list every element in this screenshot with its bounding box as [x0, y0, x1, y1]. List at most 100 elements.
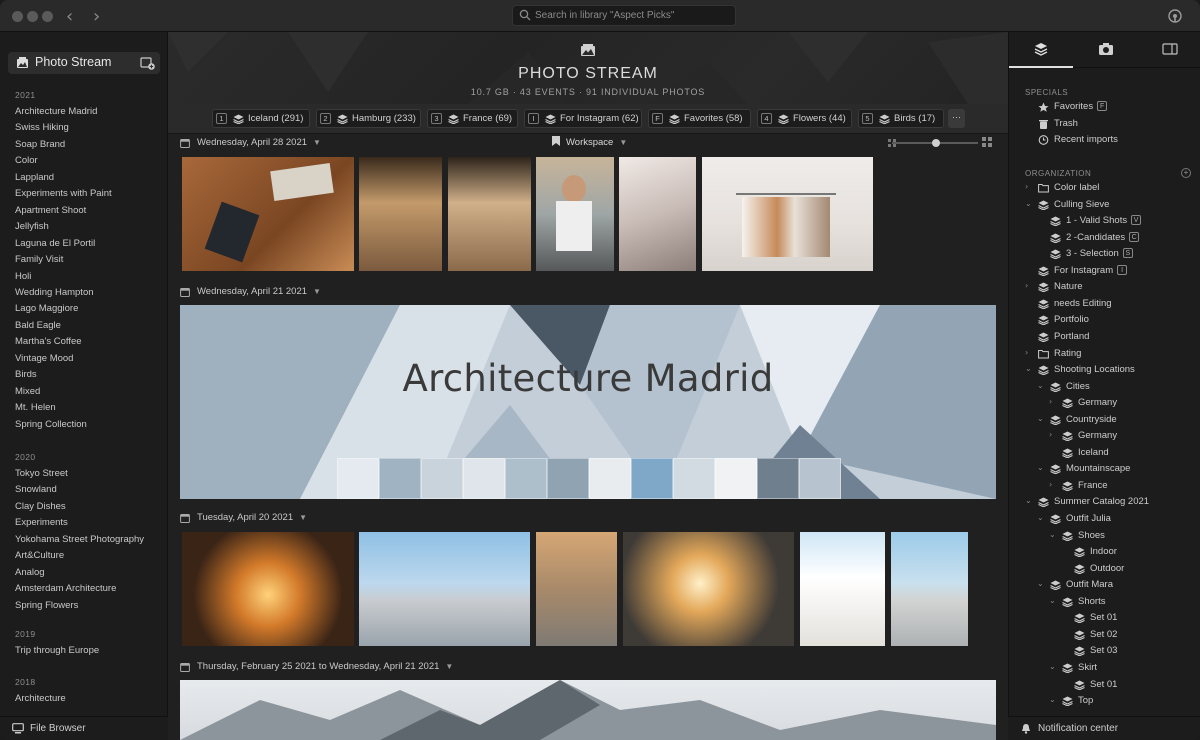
- event-header[interactable]: Wednesday, April 28 2021 ▼: [180, 136, 480, 152]
- quick-album-chip[interactable]: 2 Hamburg (233): [316, 109, 421, 128]
- add-album-icon[interactable]: [140, 55, 155, 70]
- strip-thumbnail[interactable]: [379, 458, 421, 499]
- chevron-down-icon[interactable]: ⌄: [1049, 695, 1059, 704]
- back-arrow-icon[interactable]: ‹: [66, 6, 73, 27]
- slider-knob[interactable]: [932, 139, 940, 147]
- strip-thumbnail[interactable]: [337, 458, 379, 499]
- album-item[interactable]: Vintage Mood: [15, 353, 73, 364]
- photo-thumbnail[interactable]: [623, 532, 794, 646]
- minimize-window-button[interactable]: [27, 11, 38, 22]
- chevron-down-icon[interactable]: ⌄: [1037, 513, 1047, 522]
- chevron-down-icon[interactable]: ⌄: [1037, 579, 1047, 588]
- chevron-down-icon[interactable]: ⌄: [1037, 414, 1047, 423]
- album-item[interactable]: Soap Brand: [15, 139, 65, 150]
- chevron-right-icon[interactable]: ›: [1025, 348, 1035, 357]
- notification-center-bar[interactable]: Notification center: [1008, 716, 1200, 740]
- quick-album-chip[interactable]: 3 France (69): [427, 109, 518, 128]
- photo-thumbnail[interactable]: [182, 157, 354, 271]
- chevron-down-icon[interactable]: ⌄: [1025, 364, 1035, 373]
- photo-stream-item[interactable]: Photo Stream: [8, 52, 160, 74]
- chevron-down-icon[interactable]: ⌄: [1037, 463, 1047, 472]
- chevron-right-icon[interactable]: ›: [1049, 430, 1059, 439]
- photo-thumbnail[interactable]: [800, 532, 885, 646]
- chevron-right-icon[interactable]: ›: [1049, 480, 1059, 489]
- album-item[interactable]: Trip through Europe: [15, 645, 99, 656]
- album-item[interactable]: Mt. Helen: [15, 402, 56, 413]
- album-item[interactable]: Architecture Madrid: [15, 106, 97, 117]
- album-item[interactable]: Spring Flowers: [15, 600, 78, 611]
- strip-thumbnail[interactable]: [547, 458, 589, 499]
- event-banner[interactable]: Architecture Madrid: [180, 305, 996, 499]
- large-grid-icon[interactable]: [982, 137, 992, 147]
- album-item[interactable]: Swiss Hiking: [15, 122, 69, 133]
- tab-camera[interactable]: [1073, 32, 1137, 68]
- chevron-right-icon[interactable]: ›: [1025, 281, 1035, 290]
- album-item[interactable]: Martha's Coffee: [15, 336, 82, 347]
- photo-thumbnail[interactable]: [891, 532, 968, 646]
- chevron-down-icon[interactable]: ⌄: [1025, 199, 1035, 208]
- photo-thumbnail[interactable]: [182, 532, 354, 646]
- chevron-down-icon[interactable]: ⌄: [1025, 496, 1035, 505]
- chevron-down-icon[interactable]: ▼: [313, 138, 321, 147]
- album-item[interactable]: Lappland: [15, 172, 54, 183]
- quick-album-chip[interactable]: 5 Birds (17): [858, 109, 944, 128]
- photo-thumbnail[interactable]: [448, 157, 531, 271]
- album-item[interactable]: Color: [15, 155, 38, 166]
- album-item[interactable]: Art&Culture: [15, 550, 64, 561]
- album-item[interactable]: Spring Collection: [15, 419, 87, 430]
- forward-arrow-icon[interactable]: ›: [93, 6, 100, 27]
- strip-thumbnail[interactable]: [673, 458, 715, 499]
- album-item[interactable]: Mixed: [15, 386, 40, 397]
- album-item[interactable]: Experiments with Paint: [15, 188, 112, 199]
- album-item[interactable]: Wedding Hampton: [15, 287, 94, 298]
- photo-thumbnail[interactable]: [359, 157, 442, 271]
- quick-album-chip[interactable]: 4 Flowers (44): [757, 109, 852, 128]
- photo-thumbnail[interactable]: [536, 157, 614, 271]
- album-item[interactable]: Snowland: [15, 484, 57, 495]
- album-item[interactable]: Family Visit: [15, 254, 63, 265]
- photo-thumbnail[interactable]: [359, 532, 530, 646]
- chevron-down-icon[interactable]: ▼: [445, 662, 453, 671]
- thumbnail-size-slider[interactable]: [892, 139, 978, 147]
- album-item[interactable]: Laguna de El Portil: [15, 238, 95, 249]
- album-item[interactable]: Architecture: [15, 693, 66, 704]
- more-albums-button[interactable]: ···: [948, 109, 965, 128]
- album-item[interactable]: Analog: [15, 567, 45, 578]
- chevron-down-icon[interactable]: ▼: [299, 513, 307, 522]
- album-item[interactable]: Jellyfish: [15, 221, 49, 232]
- strip-thumbnail[interactable]: [631, 458, 673, 499]
- search-input[interactable]: [535, 8, 733, 23]
- photo-thumbnail[interactable]: [619, 157, 696, 271]
- zoom-window-button[interactable]: [42, 11, 53, 22]
- album-item[interactable]: Bald Eagle: [15, 320, 61, 331]
- album-item[interactable]: Tokyo Street: [15, 468, 68, 479]
- event-header[interactable]: Thursday, February 25 2021 to Wednesday,…: [180, 660, 580, 676]
- strip-thumbnail[interactable]: [505, 458, 547, 499]
- album-item[interactable]: Amsterdam Architecture: [15, 583, 116, 594]
- file-browser-bar[interactable]: File Browser: [0, 716, 168, 740]
- tab-display[interactable]: [1137, 32, 1200, 68]
- photo-thumbnail[interactable]: [536, 532, 617, 646]
- library-search[interactable]: [512, 5, 736, 26]
- strip-thumbnail[interactable]: [757, 458, 799, 499]
- album-item[interactable]: Clay Dishes: [15, 501, 66, 512]
- strip-thumbnail[interactable]: [589, 458, 631, 499]
- album-item[interactable]: Apartment Shoot: [15, 205, 86, 216]
- album-item[interactable]: Yokohama Street Photography: [15, 534, 144, 545]
- workspace-dropdown[interactable]: Workspace ▼: [552, 136, 627, 148]
- strip-thumbnail[interactable]: [715, 458, 757, 499]
- chevron-down-icon[interactable]: ⌄: [1049, 530, 1059, 539]
- event-banner[interactable]: [180, 680, 996, 740]
- close-window-button[interactable]: [12, 11, 23, 22]
- broadcast-icon[interactable]: [1168, 9, 1182, 23]
- chevron-right-icon[interactable]: ›: [1049, 397, 1059, 406]
- add-collection-icon[interactable]: +: [1181, 168, 1191, 178]
- album-item[interactable]: Experiments: [15, 517, 68, 528]
- photo-thumbnail[interactable]: [702, 157, 873, 271]
- chevron-down-icon[interactable]: ⌄: [1049, 596, 1059, 605]
- strip-thumbnail[interactable]: [463, 458, 505, 499]
- strip-thumbnail[interactable]: [799, 458, 841, 499]
- album-item[interactable]: Holi: [15, 271, 31, 282]
- strip-thumbnail[interactable]: [421, 458, 463, 499]
- quick-album-chip[interactable]: I For Instagram (62): [524, 109, 642, 128]
